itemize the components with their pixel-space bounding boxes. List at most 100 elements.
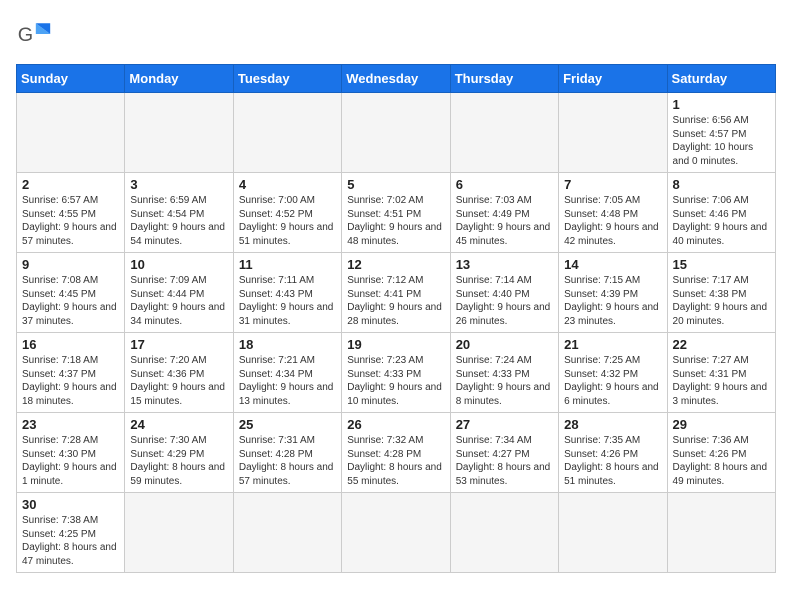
calendar-cell: 6 Sunrise: 7:03 AM Sunset: 4:49 PM Daylig… <box>450 173 558 253</box>
calendar-cell <box>17 93 125 173</box>
calendar-cell: 15 Sunrise: 7:17 AM Sunset: 4:38 PM Dayli… <box>667 253 775 333</box>
calendar-cell <box>233 493 341 573</box>
day-number: 5 <box>347 177 444 192</box>
day-info: Sunrise: 7:14 AM Sunset: 4:40 PM Dayligh… <box>456 274 553 328</box>
week-row-1: 1Sunrise: 6:56 AM Sunset: 4:57 PM Daylig… <box>17 93 776 173</box>
week-row-6: 30 Sunrise: 7:38 AM Sunset: 4:25 PM Dayli… <box>17 493 776 573</box>
calendar-cell <box>450 493 558 573</box>
day-info: Sunrise: 7:34 AM Sunset: 4:27 PM Dayligh… <box>456 434 553 488</box>
day-number: 23 <box>22 417 119 432</box>
calendar-cell: 29 Sunrise: 7:36 AM Sunset: 4:26 PM Dayli… <box>667 413 775 493</box>
calendar-cell: 12 Sunrise: 7:12 AM Sunset: 4:41 PM Dayli… <box>342 253 450 333</box>
day-info: Sunrise: 7:20 AM Sunset: 4:36 PM Dayligh… <box>130 354 227 408</box>
calendar-cell: 14Sunrise: 7:15 AM Sunset: 4:39 PM Dayli… <box>559 253 667 333</box>
day-number: 24 <box>130 417 227 432</box>
day-number: 10 <box>130 257 227 272</box>
day-info: Sunrise: 7:11 AM Sunset: 4:43 PM Dayligh… <box>239 274 336 328</box>
calendar-cell: 18 Sunrise: 7:21 AM Sunset: 4:34 PM Dayli… <box>233 333 341 413</box>
weekday-header-wednesday: Wednesday <box>342 65 450 93</box>
weekday-header-sunday: Sunday <box>17 65 125 93</box>
day-number: 19 <box>347 337 444 352</box>
day-info: Sunrise: 7:12 AM Sunset: 4:41 PM Dayligh… <box>347 274 444 328</box>
calendar-cell: 7 Sunrise: 7:05 AM Sunset: 4:48 PM Daylig… <box>559 173 667 253</box>
calendar-cell: 5Sunrise: 7:02 AM Sunset: 4:51 PM Daylig… <box>342 173 450 253</box>
day-number: 26 <box>347 417 444 432</box>
day-info: Sunrise: 7:00 AM Sunset: 4:52 PM Dayligh… <box>239 194 336 248</box>
calendar-cell: 9 Sunrise: 7:08 AM Sunset: 4:45 PM Daylig… <box>17 253 125 333</box>
day-number: 15 <box>673 257 770 272</box>
weekday-header-friday: Friday <box>559 65 667 93</box>
day-info: Sunrise: 7:27 AM Sunset: 4:31 PM Dayligh… <box>673 354 770 408</box>
calendar-cell <box>342 493 450 573</box>
day-info: Sunrise: 7:38 AM Sunset: 4:25 PM Dayligh… <box>22 514 119 568</box>
day-number: 28 <box>564 417 661 432</box>
weekday-header-tuesday: Tuesday <box>233 65 341 93</box>
day-info: Sunrise: 7:08 AM Sunset: 4:45 PM Dayligh… <box>22 274 119 328</box>
day-number: 9 <box>22 257 119 272</box>
day-number: 6 <box>456 177 553 192</box>
calendar-cell: 23 Sunrise: 7:28 AM Sunset: 4:30 PM Dayli… <box>17 413 125 493</box>
weekday-header-row: SundayMondayTuesdayWednesdayThursdayFrid… <box>17 65 776 93</box>
day-info: Sunrise: 7:32 AM Sunset: 4:28 PM Dayligh… <box>347 434 444 488</box>
day-number: 1 <box>673 97 770 112</box>
calendar-cell: 2 Sunrise: 6:57 AM Sunset: 4:55 PM Daylig… <box>17 173 125 253</box>
calendar-cell <box>125 93 233 173</box>
calendar-cell: 20Sunrise: 7:24 AM Sunset: 4:33 PM Dayli… <box>450 333 558 413</box>
day-info: Sunrise: 7:23 AM Sunset: 4:33 PM Dayligh… <box>347 354 444 408</box>
calendar-cell: 24 Sunrise: 7:30 AM Sunset: 4:29 PM Dayli… <box>125 413 233 493</box>
day-info: Sunrise: 6:57 AM Sunset: 4:55 PM Dayligh… <box>22 194 119 248</box>
calendar-cell: 26 Sunrise: 7:32 AM Sunset: 4:28 PM Dayli… <box>342 413 450 493</box>
day-info: Sunrise: 7:25 AM Sunset: 4:32 PM Dayligh… <box>564 354 661 408</box>
day-number: 30 <box>22 497 119 512</box>
calendar-cell <box>342 93 450 173</box>
day-number: 2 <box>22 177 119 192</box>
day-info: Sunrise: 7:30 AM Sunset: 4:29 PM Dayligh… <box>130 434 227 488</box>
weekday-header-saturday: Saturday <box>667 65 775 93</box>
calendar-cell: 25Sunrise: 7:31 AM Sunset: 4:28 PM Dayli… <box>233 413 341 493</box>
day-number: 13 <box>456 257 553 272</box>
day-info: Sunrise: 6:59 AM Sunset: 4:54 PM Dayligh… <box>130 194 227 248</box>
week-row-3: 9 Sunrise: 7:08 AM Sunset: 4:45 PM Daylig… <box>17 253 776 333</box>
day-info: Sunrise: 7:03 AM Sunset: 4:49 PM Dayligh… <box>456 194 553 248</box>
day-info: Sunrise: 7:21 AM Sunset: 4:34 PM Dayligh… <box>239 354 336 408</box>
calendar-cell: 17 Sunrise: 7:20 AM Sunset: 4:36 PM Dayli… <box>125 333 233 413</box>
day-info: Sunrise: 7:05 AM Sunset: 4:48 PM Dayligh… <box>564 194 661 248</box>
calendar: SundayMondayTuesdayWednesdayThursdayFrid… <box>16 64 776 573</box>
calendar-cell: 16Sunrise: 7:18 AM Sunset: 4:37 PM Dayli… <box>17 333 125 413</box>
week-row-5: 23 Sunrise: 7:28 AM Sunset: 4:30 PM Dayli… <box>17 413 776 493</box>
calendar-cell: 30 Sunrise: 7:38 AM Sunset: 4:25 PM Dayli… <box>17 493 125 573</box>
calendar-cell <box>559 493 667 573</box>
svg-text:G: G <box>18 24 33 46</box>
day-number: 8 <box>673 177 770 192</box>
day-info: Sunrise: 7:36 AM Sunset: 4:26 PM Dayligh… <box>673 434 770 488</box>
day-number: 29 <box>673 417 770 432</box>
day-number: 14 <box>564 257 661 272</box>
day-info: Sunrise: 7:35 AM Sunset: 4:26 PM Dayligh… <box>564 434 661 488</box>
calendar-cell <box>233 93 341 173</box>
day-info: Sunrise: 7:06 AM Sunset: 4:46 PM Dayligh… <box>673 194 770 248</box>
day-info: Sunrise: 7:24 AM Sunset: 4:33 PM Dayligh… <box>456 354 553 408</box>
day-number: 12 <box>347 257 444 272</box>
week-row-2: 2 Sunrise: 6:57 AM Sunset: 4:55 PM Daylig… <box>17 173 776 253</box>
weekday-header-thursday: Thursday <box>450 65 558 93</box>
day-number: 17 <box>130 337 227 352</box>
day-number: 22 <box>673 337 770 352</box>
day-info: Sunrise: 7:17 AM Sunset: 4:38 PM Dayligh… <box>673 274 770 328</box>
day-number: 21 <box>564 337 661 352</box>
day-number: 3 <box>130 177 227 192</box>
day-number: 16 <box>22 337 119 352</box>
day-number: 18 <box>239 337 336 352</box>
day-number: 4 <box>239 177 336 192</box>
day-info: Sunrise: 7:28 AM Sunset: 4:30 PM Dayligh… <box>22 434 119 488</box>
calendar-cell: 10 Sunrise: 7:09 AM Sunset: 4:44 PM Dayli… <box>125 253 233 333</box>
calendar-cell: 1Sunrise: 6:56 AM Sunset: 4:57 PM Daylig… <box>667 93 775 173</box>
logo-icon: G <box>16 16 52 52</box>
day-number: 7 <box>564 177 661 192</box>
calendar-cell: 27Sunrise: 7:34 AM Sunset: 4:27 PM Dayli… <box>450 413 558 493</box>
calendar-cell <box>450 93 558 173</box>
calendar-cell: 11Sunrise: 7:11 AM Sunset: 4:43 PM Dayli… <box>233 253 341 333</box>
calendar-cell: 22 Sunrise: 7:27 AM Sunset: 4:31 PM Dayli… <box>667 333 775 413</box>
page-header: G <box>16 16 776 52</box>
calendar-cell: 4 Sunrise: 7:00 AM Sunset: 4:52 PM Daylig… <box>233 173 341 253</box>
day-info: Sunrise: 7:09 AM Sunset: 4:44 PM Dayligh… <box>130 274 227 328</box>
